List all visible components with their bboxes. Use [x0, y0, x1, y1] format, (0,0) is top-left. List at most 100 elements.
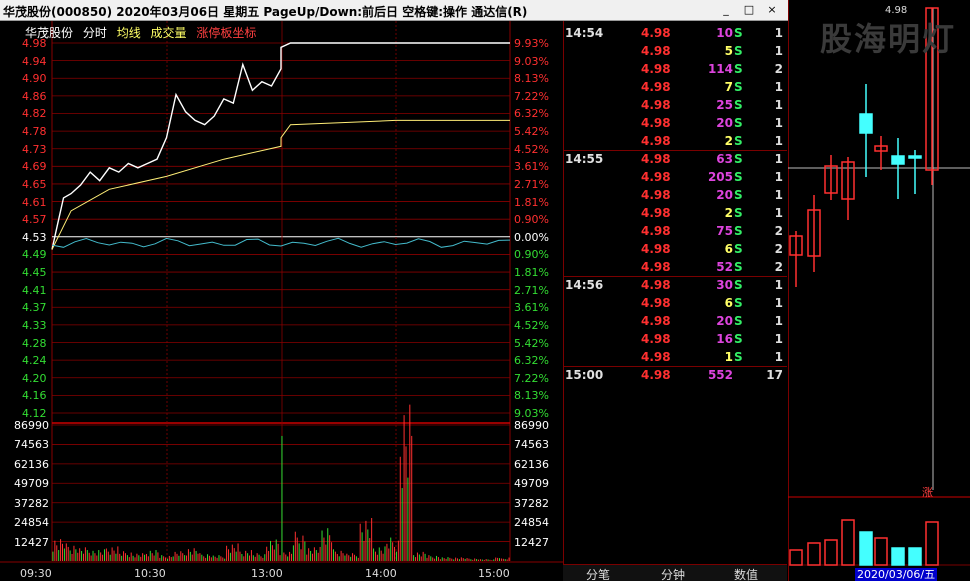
pct-axis-label: 5.42%	[514, 336, 549, 350]
legend-view-minute[interactable]: 分时	[83, 26, 107, 40]
trade-price: 4.98	[641, 26, 671, 40]
volume-axis-label: 62136	[514, 457, 549, 471]
trade-volume: 20	[716, 116, 733, 130]
trade-row[interactable]: 14:56 4.98 30 S 1	[563, 276, 787, 294]
trade-row[interactable]: 4.98 75 S 2	[563, 222, 787, 240]
trade-row[interactable]: 14:54 4.98 10 S 1	[563, 24, 787, 42]
price-axis-label: 4.37	[22, 301, 47, 315]
trade-row[interactable]: 4.98 5 S 1	[563, 42, 787, 60]
volume-axis-label: 12427	[514, 535, 549, 549]
panel-divider	[563, 21, 564, 564]
trade-row[interactable]: 4.98 20 S 1	[563, 312, 787, 330]
price-axis-label: 4.94	[22, 54, 47, 68]
trade-side: S	[734, 296, 743, 310]
trade-price: 4.98	[641, 350, 671, 364]
trade-side: S	[734, 26, 743, 40]
intraday-chart[interactable]	[0, 21, 563, 581]
price-axis-label: 4.90	[22, 72, 47, 86]
trade-side: S	[734, 80, 743, 94]
trade-row[interactable]: 4.98 114 S 2	[563, 60, 787, 78]
time-group-divider	[563, 366, 787, 367]
trade-row[interactable]: 4.98 16 S 1	[563, 330, 787, 348]
trade-row[interactable]: 4.98 6 S 2	[563, 240, 787, 258]
trade-count: 1	[774, 116, 783, 130]
price-axis-label: 4.57	[22, 213, 47, 227]
trade-row[interactable]: 4.98 2 S 1	[563, 204, 787, 222]
avg-price-line	[51, 119, 510, 250]
pct-axis-label: 8.13%	[514, 389, 549, 403]
trade-side: S	[734, 170, 743, 184]
time-group-divider	[563, 276, 787, 277]
pct-axis-label: 9.93%	[514, 37, 549, 50]
trade-row[interactable]: 4.98 6 S 1	[563, 294, 787, 312]
volume-axis-label: 49709	[514, 477, 549, 491]
bottom-tabs: 分笔 分钟 数值	[563, 564, 787, 581]
time-axis-label: 09:30	[20, 567, 52, 580]
kline-top-price: 4.98	[885, 5, 908, 16]
trade-row[interactable]: 14:55 4.98 63 S 1	[563, 150, 787, 168]
trade-side: S	[734, 62, 743, 76]
trade-side: S	[734, 188, 743, 202]
minimize-button[interactable]: _	[718, 3, 734, 18]
trade-time: 14:55	[565, 152, 604, 166]
trade-price: 4.98	[641, 278, 671, 292]
trade-price: 4.98	[641, 98, 671, 112]
trade-row[interactable]: 4.98 52 S 2	[563, 258, 787, 276]
pct-axis-label: 7.22%	[514, 371, 549, 385]
price-axis-label: 4.49	[22, 248, 47, 262]
trade-count: 1	[774, 80, 783, 94]
volume-axis-label: 24854	[514, 516, 549, 530]
trade-side: S	[734, 134, 743, 148]
trade-count: 1	[774, 44, 783, 58]
trade-count: 17	[766, 368, 783, 382]
trade-volume: 2	[724, 134, 733, 148]
trade-count: 1	[774, 188, 783, 202]
trade-row[interactable]: 4.98 7 S 1	[563, 78, 787, 96]
price-axis-label: 4.78	[22, 125, 47, 139]
trade-price: 4.98	[641, 134, 671, 148]
legend-avg-line: 均线	[116, 26, 141, 40]
window-title: 华茂股份(000850) 2020年03月06日 星期五 PageUp/Down…	[3, 5, 528, 19]
pct-axis-label: 6.32%	[514, 354, 549, 368]
trade-price: 4.98	[641, 296, 671, 310]
price-axis-label: 4.69	[22, 160, 47, 174]
kline-volume-bar	[789, 549, 803, 566]
trade-row[interactable]: 4.98 205 S 1	[563, 168, 787, 186]
volume-axis-label: 24854	[14, 516, 49, 530]
trade-price: 4.98	[641, 242, 671, 256]
trade-price: 4.98	[641, 170, 671, 184]
tab-values[interactable]: 数值	[711, 566, 781, 581]
flow-line	[51, 237, 511, 248]
daily-kline-chart[interactable]	[788, 0, 970, 581]
legend-limit-axis[interactable]: 涨停板坐标	[196, 26, 256, 40]
trade-volume: 5	[724, 44, 733, 58]
trade-detail-list[interactable]: 14:54 4.98 10 S 1 4.98 5 S 1 4.98 114 S 2 4.98 7 S 1 4.98…	[563, 21, 787, 564]
tab-minutes[interactable]: 分钟	[638, 566, 708, 581]
trade-count: 2	[774, 224, 783, 238]
trade-volume: 114	[707, 62, 733, 76]
trade-row[interactable]: 15:00 4.98 552 17	[563, 366, 787, 384]
trade-volume: 20	[716, 188, 733, 202]
trade-volume: 6	[724, 242, 733, 256]
trade-count: 1	[774, 170, 783, 184]
pct-axis-label: 0.90%	[514, 248, 549, 262]
watermark-text: 股海明灯	[820, 20, 957, 58]
kline-volume-bar	[891, 547, 905, 566]
kline-volume-bar	[841, 519, 855, 566]
trade-side: S	[734, 206, 743, 220]
trade-row[interactable]: 4.98 20 S 1	[563, 186, 787, 204]
trade-volume: 6	[724, 296, 733, 310]
trade-price: 4.98	[641, 260, 671, 274]
trade-volume: 63	[716, 152, 733, 166]
trade-row[interactable]: 4.98 1 S 1	[563, 348, 787, 366]
date-label: 2020/03/06/五	[855, 568, 938, 581]
pct-axis-label: 2.71%	[514, 283, 549, 297]
trade-row[interactable]: 4.98 25 S 1	[563, 96, 787, 114]
trade-count: 1	[774, 350, 783, 364]
maximize-button[interactable]: □	[741, 3, 757, 18]
trade-row[interactable]: 4.98 2 S 1	[563, 132, 787, 150]
tab-trades[interactable]: 分笔	[563, 566, 633, 581]
volume-axis-label: 37282	[514, 496, 549, 510]
trade-row[interactable]: 4.98 20 S 1	[563, 114, 787, 132]
close-button[interactable]: ×	[764, 3, 780, 18]
